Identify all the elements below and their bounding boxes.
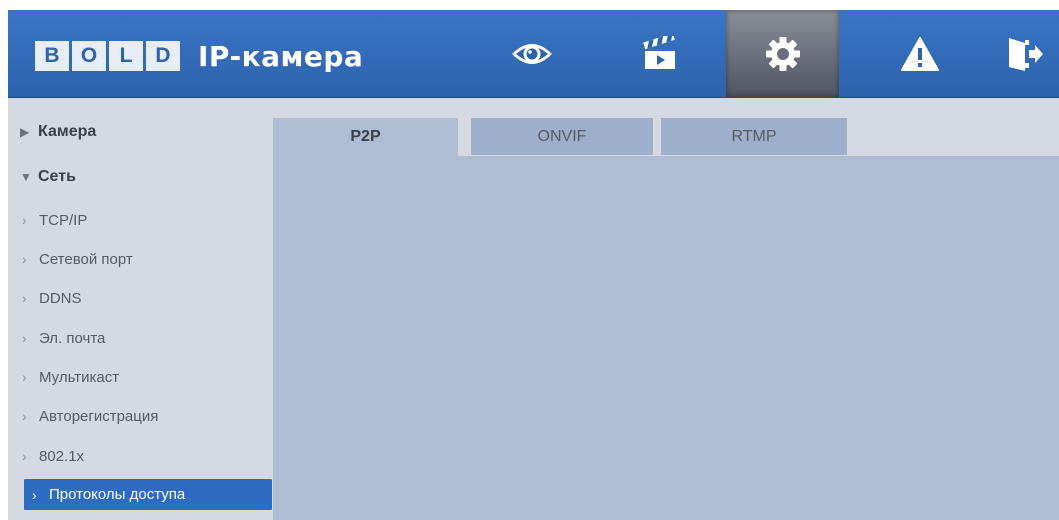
menu-network-port-label: Сетевой порт: [39, 250, 133, 268]
tab-onvif[interactable]: ONVIF: [471, 118, 653, 155]
collapsed-triangle-icon: ▶: [20, 125, 30, 139]
tab-bar: P2P ONVIF RTMP: [273, 118, 1059, 156]
logo-letter-text: B: [38, 44, 66, 68]
clapperboard-icon: [643, 35, 675, 69]
menu-autoregistration-label: Авторегистрация: [39, 407, 159, 425]
menu-8021x[interactable]: › 802.1x: [22, 441, 272, 471]
menu-access-protocols-label: Протоколы доступа: [49, 486, 186, 503]
menu-network[interactable]: ▼ Сеть: [20, 162, 76, 192]
chevron-right-icon: ›: [32, 486, 37, 503]
menu-autoregistration[interactable]: › Авторегистрация: [22, 401, 272, 431]
menu-email-label: Эл. почта: [39, 329, 106, 347]
logo-letter: B: [35, 41, 69, 71]
menu-multicast-label: Мультикаст: [39, 368, 120, 386]
tab-p2p-label: P2P: [350, 128, 381, 145]
tab-rtmp[interactable]: RTMP: [661, 118, 847, 155]
top-header: B O L D IP-камера: [8, 10, 1059, 98]
menu-multicast[interactable]: › Мультикаст: [22, 362, 272, 392]
expanded-triangle-icon: ▼: [20, 170, 32, 184]
logo-letter-text: O: [75, 44, 103, 68]
tab-p2p[interactable]: P2P: [273, 118, 458, 156]
logo-letter: O: [72, 41, 106, 71]
menu-network-port[interactable]: › Сетевой порт: [22, 244, 272, 274]
logout-door-icon: [1008, 37, 1043, 71]
chevron-right-icon: ›: [22, 448, 27, 464]
eye-icon: [512, 43, 552, 64]
menu-tcpip[interactable]: › TCP/IP: [22, 205, 272, 235]
settings-button[interactable]: [726, 10, 839, 97]
logout-button[interactable]: [988, 10, 1059, 97]
logo-letter-text: L: [112, 44, 140, 68]
menu-network-label: Сеть: [38, 168, 76, 185]
logo-letter-text: D: [149, 44, 177, 68]
chevron-right-icon: ›: [22, 212, 27, 228]
menu-camera-label: Камера: [38, 123, 97, 140]
brand-logo: B O L D IP-камера: [35, 36, 363, 76]
menu-ddns-label: DDNS: [39, 289, 82, 307]
alarm-button[interactable]: [865, 10, 975, 97]
logo-letters: B O L D: [35, 41, 180, 71]
menu-tcpip-label: TCP/IP: [39, 211, 88, 229]
playback-button[interactable]: [605, 10, 715, 97]
menu-camera[interactable]: ▶ Камера: [20, 117, 96, 147]
chevron-right-icon: ›: [22, 330, 27, 346]
menu-email[interactable]: › Эл. почта: [22, 323, 272, 353]
warning-icon: [901, 36, 939, 71]
gear-icon: [765, 36, 800, 71]
app-title: IP-камера: [198, 39, 364, 73]
tab-onvif-label: ONVIF: [537, 127, 587, 145]
chevron-right-icon: ›: [22, 408, 27, 424]
content-panel: [273, 118, 1059, 520]
chevron-right-icon: ›: [22, 369, 27, 385]
app-frame: B O L D IP-камера ▶ Камера ▼ Сеть › TCP/…: [8, 10, 1059, 520]
chevron-right-icon: ›: [22, 290, 27, 306]
logo-letter: D: [146, 41, 180, 71]
tab-rtmp-label: RTMP: [731, 127, 777, 145]
menu-ddns[interactable]: › DDNS: [22, 283, 272, 313]
menu-access-protocols[interactable]: › Протоколы доступа: [24, 479, 272, 510]
logo-letter: L: [109, 41, 143, 71]
chevron-right-icon: ›: [22, 251, 27, 267]
menu-8021x-label: 802.1x: [39, 447, 85, 465]
live-view-button[interactable]: [477, 10, 587, 97]
